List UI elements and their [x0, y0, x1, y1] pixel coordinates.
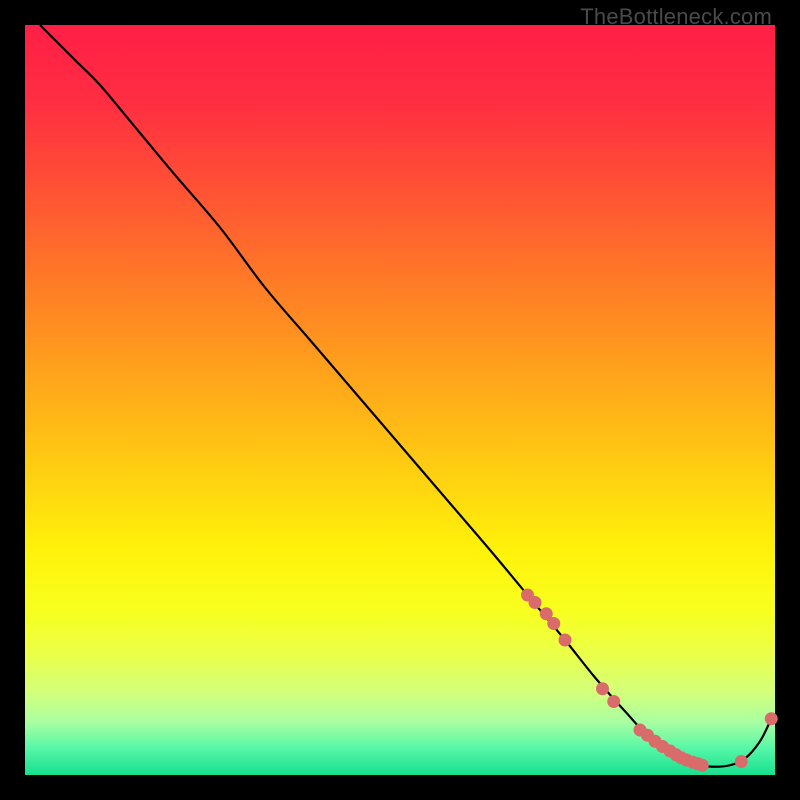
bottleneck-curve [40, 25, 771, 767]
data-marker [607, 695, 620, 708]
data-marker [696, 759, 709, 772]
chart-plot [25, 25, 775, 775]
marker-group [521, 589, 778, 772]
data-marker [547, 617, 560, 630]
chart-frame [25, 25, 775, 775]
data-marker [596, 682, 609, 695]
data-marker [765, 712, 778, 725]
watermark-text: TheBottleneck.com [580, 4, 772, 30]
data-marker [529, 596, 542, 609]
data-marker [735, 755, 748, 768]
data-marker [559, 634, 572, 647]
